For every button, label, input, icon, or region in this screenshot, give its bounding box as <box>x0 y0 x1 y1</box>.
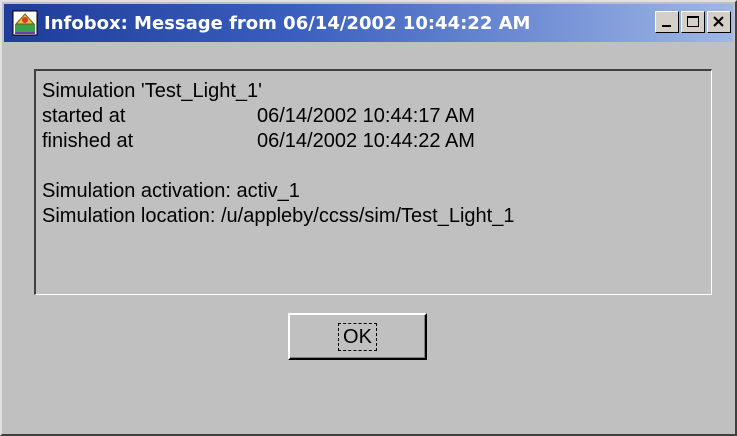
close-icon <box>713 16 724 27</box>
location-line: Simulation location: /u/appleby/ccss/sim… <box>42 205 515 227</box>
activation-line: Simulation activation: activ_1 <box>42 180 300 202</box>
message-area: Simulation 'Test_Light_1' started at 06/1… <box>34 69 712 295</box>
simulation-name-line: Simulation 'Test_Light_1' <box>42 80 262 102</box>
started-label: started at <box>42 105 126 127</box>
finished-label: finished at <box>42 130 134 152</box>
minimize-button[interactable] <box>655 11 679 33</box>
infobox-window: Infobox: Message from 06/14/2002 10:44:2… <box>0 0 737 436</box>
title-bar[interactable]: Infobox: Message from 06/14/2002 10:44:2… <box>4 4 733 42</box>
started-line: started at 06/14/2002 10:44:17 AM <box>42 104 711 129</box>
minimize-icon <box>662 25 671 27</box>
maximize-button[interactable] <box>681 11 705 33</box>
window-title: Infobox: Message from 06/14/2002 10:44:2… <box>44 12 531 34</box>
maximize-icon <box>687 16 699 27</box>
title-buttons <box>653 11 731 33</box>
finished-line: finished at 06/14/2002 10:44:22 AM <box>42 129 711 154</box>
ok-button[interactable]: OK <box>288 313 427 360</box>
started-value: 06/14/2002 10:44:17 AM <box>257 105 475 127</box>
app-icon[interactable] <box>12 10 38 36</box>
ok-button-label: OK <box>338 322 377 351</box>
close-button[interactable] <box>707 11 731 33</box>
finished-value: 06/14/2002 10:44:22 AM <box>257 130 475 152</box>
